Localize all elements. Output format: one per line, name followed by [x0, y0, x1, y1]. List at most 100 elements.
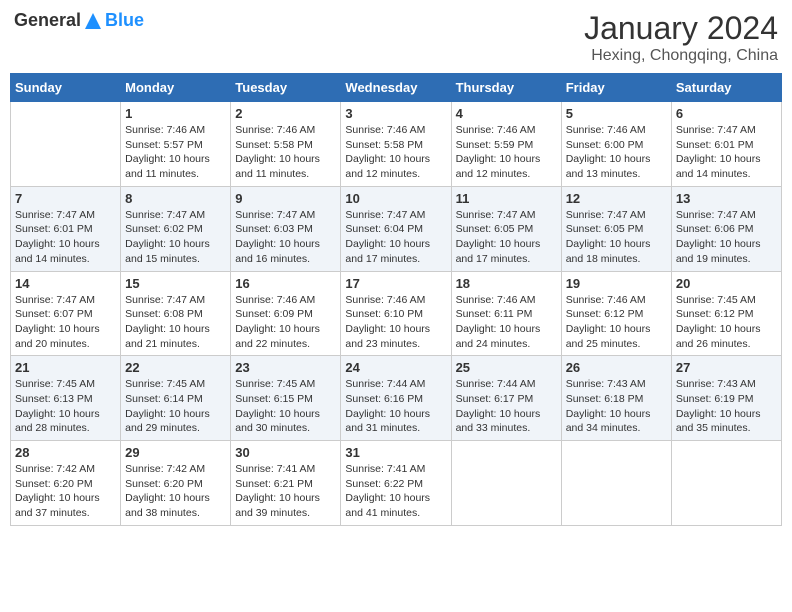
day-number: 30: [235, 445, 336, 460]
day-info: Sunrise: 7:42 AM Sunset: 6:20 PM Dayligh…: [125, 462, 226, 521]
day-info: Sunrise: 7:43 AM Sunset: 6:18 PM Dayligh…: [566, 377, 667, 436]
header-monday: Monday: [121, 74, 231, 102]
table-row: 16 Sunrise: 7:46 AM Sunset: 6:09 PM Dayli…: [231, 271, 341, 356]
calendar-table: Sunday Monday Tuesday Wednesday Thursday…: [10, 73, 782, 526]
table-row: 24 Sunrise: 7:44 AM Sunset: 6:16 PM Dayli…: [341, 356, 451, 441]
day-number: 25: [456, 360, 557, 375]
day-number: 1: [125, 106, 226, 121]
table-row: 11 Sunrise: 7:47 AM Sunset: 6:05 PM Dayli…: [451, 186, 561, 271]
day-info: Sunrise: 7:46 AM Sunset: 6:10 PM Dayligh…: [345, 293, 446, 352]
day-number: 31: [345, 445, 446, 460]
day-number: 8: [125, 191, 226, 206]
header-friday: Friday: [561, 74, 671, 102]
calendar-week-row: 1 Sunrise: 7:46 AM Sunset: 5:57 PM Daylig…: [11, 102, 782, 187]
day-info: Sunrise: 7:46 AM Sunset: 6:09 PM Dayligh…: [235, 293, 336, 352]
table-row: 22 Sunrise: 7:45 AM Sunset: 6:14 PM Dayli…: [121, 356, 231, 441]
calendar-week-row: 14 Sunrise: 7:47 AM Sunset: 6:07 PM Dayli…: [11, 271, 782, 356]
header-thursday: Thursday: [451, 74, 561, 102]
day-number: 5: [566, 106, 667, 121]
header-saturday: Saturday: [671, 74, 781, 102]
day-info: Sunrise: 7:47 AM Sunset: 6:01 PM Dayligh…: [676, 123, 777, 182]
table-row: [671, 441, 781, 526]
day-info: Sunrise: 7:45 AM Sunset: 6:12 PM Dayligh…: [676, 293, 777, 352]
day-number: 22: [125, 360, 226, 375]
header-sunday: Sunday: [11, 74, 121, 102]
table-row: 12 Sunrise: 7:47 AM Sunset: 6:05 PM Dayli…: [561, 186, 671, 271]
day-number: 7: [15, 191, 116, 206]
day-info: Sunrise: 7:45 AM Sunset: 6:14 PM Dayligh…: [125, 377, 226, 436]
table-row: 26Sunrise: 7:43 AM Sunset: 6:18 PM Dayli…: [561, 356, 671, 441]
day-number: 23: [235, 360, 336, 375]
logo-general-text: General: [14, 10, 81, 31]
day-info: Sunrise: 7:44 AM Sunset: 6:16 PM Dayligh…: [345, 377, 446, 436]
day-number: 3: [345, 106, 446, 121]
day-info: Sunrise: 7:46 AM Sunset: 5:58 PM Dayligh…: [345, 123, 446, 182]
table-row: 28 Sunrise: 7:42 AM Sunset: 6:20 PM Dayli…: [11, 441, 121, 526]
day-info: Sunrise: 7:47 AM Sunset: 6:04 PM Dayligh…: [345, 208, 446, 267]
day-info: Sunrise: 7:46 AM Sunset: 5:57 PM Dayligh…: [125, 123, 226, 182]
day-info: Sunrise: 7:46 AM Sunset: 5:59 PM Dayligh…: [456, 123, 557, 182]
day-info: Sunrise: 7:47 AM Sunset: 6:08 PM Dayligh…: [125, 293, 226, 352]
day-info: Sunrise: 7:47 AM Sunset: 6:06 PM Dayligh…: [676, 208, 777, 267]
logo: General Blue: [14, 10, 144, 31]
day-info: Sunrise: 7:47 AM Sunset: 6:07 PM Dayligh…: [15, 293, 116, 352]
logo-blue-text: Blue: [105, 10, 144, 31]
day-number: 15: [125, 276, 226, 291]
header-tuesday: Tuesday: [231, 74, 341, 102]
page-header: General Blue January 2024 Hexing, Chongq…: [10, 10, 782, 65]
table-row: [561, 441, 671, 526]
day-number: 16: [235, 276, 336, 291]
day-info: Sunrise: 7:47 AM Sunset: 6:03 PM Dayligh…: [235, 208, 336, 267]
day-info: Sunrise: 7:47 AM Sunset: 6:05 PM Dayligh…: [566, 208, 667, 267]
table-row: 31 Sunrise: 7:41 AM Sunset: 6:22 PM Dayli…: [341, 441, 451, 526]
day-number: 9: [235, 191, 336, 206]
table-row: 9 Sunrise: 7:47 AM Sunset: 6:03 PM Daylig…: [231, 186, 341, 271]
table-row: 18Sunrise: 7:46 AM Sunset: 6:11 PM Dayli…: [451, 271, 561, 356]
table-row: 7Sunrise: 7:47 AM Sunset: 6:01 PM Daylig…: [11, 186, 121, 271]
table-row: [451, 441, 561, 526]
table-row: 25 Sunrise: 7:44 AM Sunset: 6:17 PM Dayli…: [451, 356, 561, 441]
logo-icon: [83, 11, 103, 31]
day-info: Sunrise: 7:45 AM Sunset: 6:13 PM Dayligh…: [15, 377, 116, 436]
location-subtitle: Hexing, Chongqing, China: [584, 47, 778, 65]
day-number: 6: [676, 106, 777, 121]
day-number: 12: [566, 191, 667, 206]
table-row: 23 Sunrise: 7:45 AM Sunset: 6:15 PM Dayli…: [231, 356, 341, 441]
day-info: Sunrise: 7:47 AM Sunset: 6:05 PM Dayligh…: [456, 208, 557, 267]
table-row: 5Sunrise: 7:46 AM Sunset: 6:00 PM Daylig…: [561, 102, 671, 187]
table-row: 15 Sunrise: 7:47 AM Sunset: 6:08 PM Dayli…: [121, 271, 231, 356]
table-row: 30Sunrise: 7:41 AM Sunset: 6:21 PM Dayli…: [231, 441, 341, 526]
day-number: 2: [235, 106, 336, 121]
table-row: 29Sunrise: 7:42 AM Sunset: 6:20 PM Dayli…: [121, 441, 231, 526]
table-row: 20 Sunrise: 7:45 AM Sunset: 6:12 PM Dayli…: [671, 271, 781, 356]
table-row: 8 Sunrise: 7:47 AM Sunset: 6:02 PM Daylig…: [121, 186, 231, 271]
day-number: 24: [345, 360, 446, 375]
header-wednesday: Wednesday: [341, 74, 451, 102]
table-row: 14 Sunrise: 7:47 AM Sunset: 6:07 PM Dayli…: [11, 271, 121, 356]
table-row: 6 Sunrise: 7:47 AM Sunset: 6:01 PM Daylig…: [671, 102, 781, 187]
table-row: 10Sunrise: 7:47 AM Sunset: 6:04 PM Dayli…: [341, 186, 451, 271]
table-row: 21 Sunrise: 7:45 AM Sunset: 6:13 PM Dayli…: [11, 356, 121, 441]
table-row: 17 Sunrise: 7:46 AM Sunset: 6:10 PM Dayli…: [341, 271, 451, 356]
day-number: 21: [15, 360, 116, 375]
table-row: 4Sunrise: 7:46 AM Sunset: 5:59 PM Daylig…: [451, 102, 561, 187]
day-info: Sunrise: 7:42 AM Sunset: 6:20 PM Dayligh…: [15, 462, 116, 521]
table-row: 13Sunrise: 7:47 AM Sunset: 6:06 PM Dayli…: [671, 186, 781, 271]
day-number: 28: [15, 445, 116, 460]
month-title: January 2024: [584, 10, 778, 47]
day-number: 27: [676, 360, 777, 375]
day-info: Sunrise: 7:43 AM Sunset: 6:19 PM Dayligh…: [676, 377, 777, 436]
table-row: 2Sunrise: 7:46 AM Sunset: 5:58 PM Daylig…: [231, 102, 341, 187]
calendar-week-row: 28 Sunrise: 7:42 AM Sunset: 6:20 PM Dayli…: [11, 441, 782, 526]
day-info: Sunrise: 7:47 AM Sunset: 6:02 PM Dayligh…: [125, 208, 226, 267]
day-info: Sunrise: 7:44 AM Sunset: 6:17 PM Dayligh…: [456, 377, 557, 436]
day-info: Sunrise: 7:41 AM Sunset: 6:22 PM Dayligh…: [345, 462, 446, 521]
day-number: 11: [456, 191, 557, 206]
calendar-week-row: 21 Sunrise: 7:45 AM Sunset: 6:13 PM Dayli…: [11, 356, 782, 441]
day-info: Sunrise: 7:45 AM Sunset: 6:15 PM Dayligh…: [235, 377, 336, 436]
calendar-header-row: Sunday Monday Tuesday Wednesday Thursday…: [11, 74, 782, 102]
day-number: 17: [345, 276, 446, 291]
day-info: Sunrise: 7:46 AM Sunset: 6:11 PM Dayligh…: [456, 293, 557, 352]
day-number: 14: [15, 276, 116, 291]
day-number: 20: [676, 276, 777, 291]
